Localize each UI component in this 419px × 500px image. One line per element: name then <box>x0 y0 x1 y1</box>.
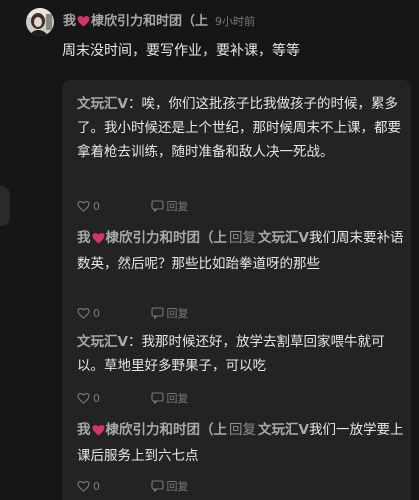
reply-actions: 0 回复 <box>77 478 189 494</box>
reply-word: 回复 <box>229 422 256 438</box>
reply-target[interactable]: 文玩汇V <box>258 422 309 438</box>
reply-word: 回复 <box>229 230 256 246</box>
reply-button[interactable]: 回复 <box>167 478 189 494</box>
like-count: 0 <box>93 306 100 320</box>
author-name-suffix[interactable]: 棣欣引力和时团（上 <box>91 14 208 29</box>
reply-author-suffix[interactable]: 棣欣引力和时团（上 <box>106 230 228 246</box>
comment-icon[interactable] <box>150 480 164 492</box>
author-name[interactable]: 我 <box>63 14 76 29</box>
reply-actions: 0 回复 <box>77 305 189 321</box>
comment-meta: 我棣欣引力和时团（上 9小时前 <box>63 13 255 33</box>
avatar[interactable] <box>26 8 54 36</box>
comment-icon[interactable] <box>150 307 164 319</box>
comment-icon[interactable] <box>150 392 164 404</box>
replies-panel: 文玩汇V：唉，你们这批孩子比我做孩子的时候，累多了。我小时候还是上个世纪，那时候… <box>62 80 411 500</box>
heart-icon <box>92 228 105 252</box>
reply-author[interactable]: 我 <box>77 422 91 438</box>
reply-colon: ： <box>127 334 142 350</box>
reply-actions: 0 回复 <box>77 390 189 406</box>
reply-item: 文玩汇V：唉，你们这批孩子比我做孩子的时候，累多了。我小时候还是上个世纪，那时候… <box>77 92 407 164</box>
reply-button[interactable]: 回复 <box>167 390 189 406</box>
reply-author[interactable]: 文玩汇V <box>77 334 128 350</box>
heart-icon <box>77 393 90 404</box>
reply-actions: 0 回复 <box>77 198 189 214</box>
reply-author[interactable]: 我 <box>77 230 91 246</box>
heart-icon <box>77 15 90 33</box>
timestamp: 9小时前 <box>215 15 256 28</box>
heart-icon <box>77 308 90 319</box>
reply-item: 文玩汇V：我那时候还好，放学去割草回家喂牛就可以。草地里好多野果子，可以吃 <box>77 330 407 378</box>
heart-icon <box>77 481 90 492</box>
comment-header: 我棣欣引力和时团（上 9小时前 <box>24 8 414 38</box>
reply-item: 我棣欣引力和时团（上 回复 文玩汇V我们一放学要上课后服务上到六七点 <box>77 418 407 468</box>
reply-target[interactable]: 文玩汇V <box>258 230 309 246</box>
like-button[interactable] <box>77 200 90 212</box>
like-count: 0 <box>93 199 100 213</box>
like-count: 0 <box>93 479 100 493</box>
scroll-edge-handle <box>0 186 10 226</box>
like-button[interactable] <box>77 307 90 319</box>
reply-button[interactable]: 回复 <box>167 305 189 321</box>
heart-icon <box>77 201 90 212</box>
like-button[interactable] <box>77 480 90 492</box>
comment-thread: 我棣欣引力和时团（上 9小时前 周末没时间，要写作业，要补课，等等 文玩汇V：唉，… <box>0 0 419 500</box>
comment-text: 周末没时间，要写作业，要补课，等等 <box>62 43 300 59</box>
reply-button[interactable]: 回复 <box>167 198 189 214</box>
like-count: 0 <box>93 391 100 405</box>
reply-author[interactable]: 文玩汇V <box>77 96 128 112</box>
heart-icon <box>92 420 105 444</box>
reply-author-suffix[interactable]: 棣欣引力和时团（上 <box>106 422 228 438</box>
reply-item: 我棣欣引力和时团（上 回复 文玩汇V我们周末要补语数英，然后呢？那些比如跆拳道呀的那… <box>77 226 407 276</box>
reply-colon: ： <box>127 96 142 112</box>
like-button[interactable] <box>77 392 90 404</box>
comment-icon[interactable] <box>150 200 164 212</box>
